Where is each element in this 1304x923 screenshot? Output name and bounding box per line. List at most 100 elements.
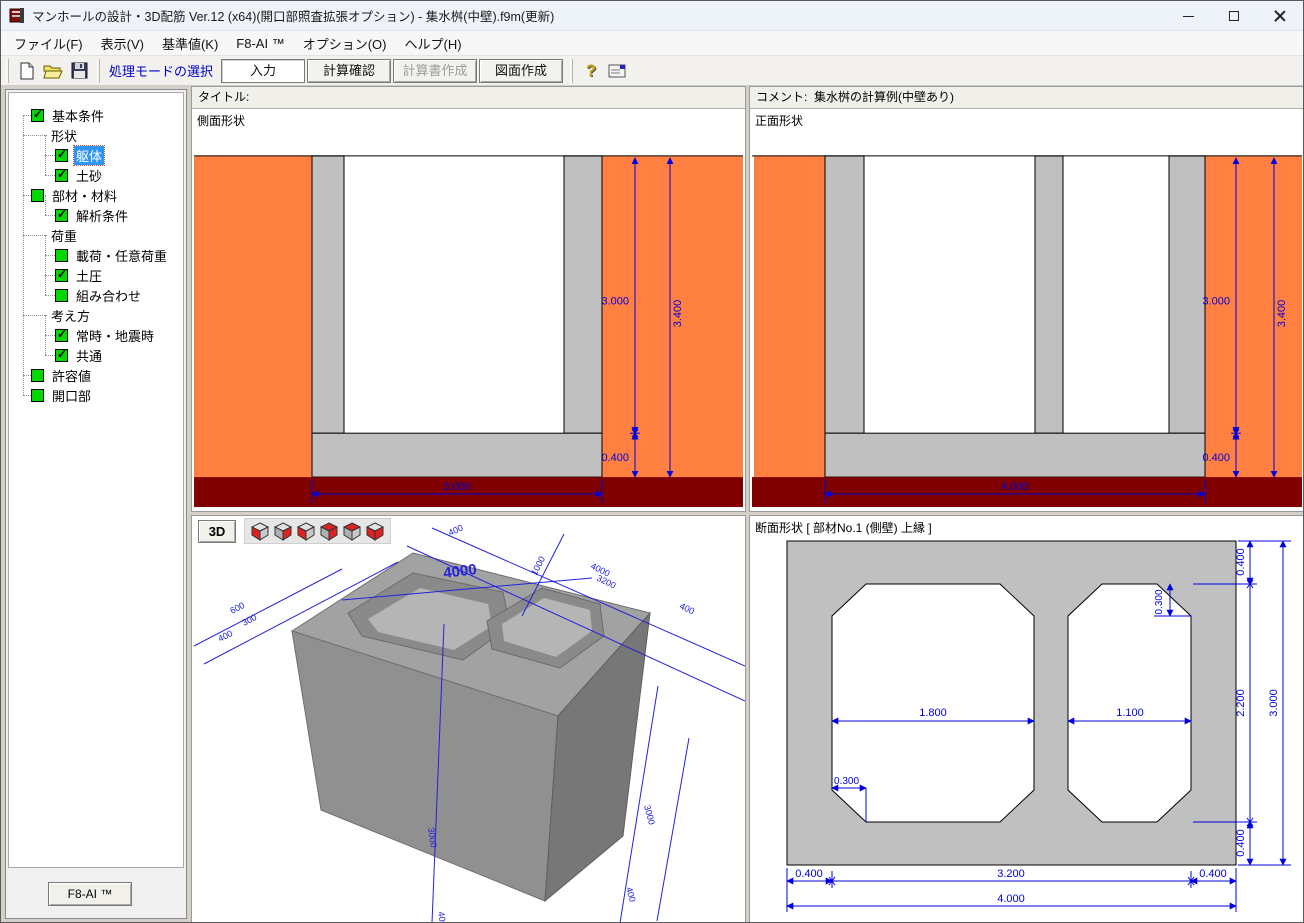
tree-item-combinations[interactable]: 組み合わせ <box>9 285 183 305</box>
tree-item-loads[interactable]: 荷重 <box>9 225 183 245</box>
menu-standard-values[interactable]: 基準値(K) <box>153 31 227 56</box>
tree-item-earth-pressure[interactable]: ✓ 土圧 <box>9 265 183 285</box>
title-bar: マンホールの設計・3D配筋 Ver.12 (x64)(開口部照査拡張オプション)… <box>1 1 1303 31</box>
input-mode-button[interactable]: 入力 <box>221 59 305 83</box>
view-panels: タイトル: 側面形状 <box>191 86 1304 923</box>
menu-options[interactable]: オプション(O) <box>294 31 396 56</box>
info-window-icon <box>608 64 626 78</box>
view3d-content: 400 4000 1000 4000 3200 400 3000 400 300… <box>192 516 745 923</box>
dim-label: 4.000 <box>997 893 1025 905</box>
tree-item-common[interactable]: ✓ 共通 <box>9 345 183 365</box>
dim-label: 1000 <box>529 555 547 577</box>
dim-label: 2.200 <box>1235 689 1247 717</box>
menu-file[interactable]: ファイル(F) <box>5 31 92 56</box>
dim-label: 3000 <box>642 804 657 826</box>
section-diagram[interactable]: 1.800 1.100 0.300 0.300 <box>750 516 1304 923</box>
menu-view[interactable]: 表示(V) <box>92 31 153 56</box>
tree-item-soil[interactable]: ✓ 土砂 <box>9 165 183 185</box>
checkbox-checked-icon[interactable]: ✓ <box>55 329 68 342</box>
toolbar: 処理モードの選択 入力 計算確認 計算書作成 図面作成 ? <box>1 56 1303 86</box>
help-button[interactable]: ? <box>579 60 603 82</box>
maximize-button[interactable] <box>1211 1 1257 31</box>
open-folder-icon <box>43 63 63 79</box>
menu-bar: ファイル(F) 表示(V) 基準値(K) F8-AI ™ オプション(O) ヘル… <box>1 31 1303 56</box>
tree-item-normal-seismic[interactable]: ✓ 常時・地震時 <box>9 325 183 345</box>
front-view-diagram[interactable]: 3.000 3.400 0.400 4.000 <box>750 109 1304 511</box>
comment-value: 集水桝の計算例(中壁あり) <box>814 90 954 104</box>
checkbox-unchecked-icon[interactable] <box>31 369 44 382</box>
f8ai-button[interactable]: F8-AI ™ <box>48 882 132 906</box>
minimize-button[interactable] <box>1165 1 1211 31</box>
view3d-diagram[interactable]: 400 4000 1000 4000 3200 400 3000 400 300… <box>192 516 745 923</box>
tree-item-analysis-conditions[interactable]: ✓ 解析条件 <box>9 205 183 225</box>
view3d-mode-button[interactable]: 3D <box>198 520 236 543</box>
checkbox-checked-icon[interactable]: ✓ <box>55 149 68 162</box>
dim-label: 3.200 <box>997 868 1025 880</box>
dim-label: 0.300 <box>834 776 859 787</box>
dim-label: 400 <box>624 886 638 903</box>
dim-label: 0.400 <box>795 868 823 880</box>
open-file-button[interactable] <box>41 60 65 82</box>
dim-label: 0.300 <box>1154 589 1165 614</box>
info-window-button[interactable] <box>605 60 629 82</box>
view-cube-bottom-icon[interactable] <box>365 521 385 541</box>
maximize-icon <box>1229 11 1239 21</box>
concrete-box-3d <box>292 553 650 901</box>
view-cube-front-icon[interactable] <box>296 521 316 541</box>
checkbox-unchecked-icon[interactable] <box>31 389 44 402</box>
checkbox-unchecked-icon[interactable] <box>55 249 68 262</box>
checkbox-checked-icon[interactable]: ✓ <box>55 349 68 362</box>
report-create-button[interactable]: 計算書作成 <box>393 59 477 83</box>
side-view-structure <box>194 156 743 507</box>
section-view-label: 断面形状 [ 部材No.1 (側壁) 上縁 ] <box>755 519 932 536</box>
dim-label: 3.000 <box>1268 689 1280 717</box>
dim-label: 0.400 <box>1235 829 1247 857</box>
view-cube-back-icon[interactable] <box>319 521 339 541</box>
close-button[interactable] <box>1257 1 1303 31</box>
checkbox-unchecked-icon[interactable] <box>55 289 68 302</box>
tree-item-surcharge-loads[interactable]: 載荷・任意荷重 <box>9 245 183 265</box>
front-view-content: 正面形状 <box>750 109 1304 511</box>
checkbox-checked-icon[interactable]: ✓ <box>55 269 68 282</box>
dim-label: 3.400 <box>672 300 684 327</box>
toolbar-separator <box>570 59 573 83</box>
comment-field[interactable]: コメント: 集水桝の計算例(中壁あり) <box>750 87 1304 109</box>
dim-label: 400 <box>447 523 465 538</box>
view-cube-right-icon[interactable] <box>273 521 293 541</box>
tree-item-basic-conditions[interactable]: ✓ 基本条件 <box>9 105 183 125</box>
tree-item-openings[interactable]: 開口部 <box>9 385 183 405</box>
section-content: 断面形状 [ 部材No.1 (側壁) 上縁 ] <box>750 516 1304 923</box>
dim-label: 3.000 <box>443 481 470 493</box>
app-window: マンホールの設計・3D配筋 Ver.12 (x64)(開口部照査拡張オプション)… <box>0 0 1304 923</box>
close-icon <box>1274 10 1286 22</box>
save-file-button[interactable] <box>67 60 91 82</box>
checkbox-checked-icon[interactable]: ✓ <box>31 109 44 122</box>
side-view-content: 側面形状 <box>192 109 745 511</box>
side-view-diagram[interactable]: 3.000 3.400 0.400 3.000 <box>192 109 745 511</box>
mode-select-label: 処理モードの選択 <box>109 61 213 80</box>
toolbar-separator <box>97 59 100 83</box>
minimize-icon <box>1183 16 1194 17</box>
tree-scroll-area[interactable]: ✓ 基本条件 形状 ✓ 躯体 ✓ 土砂 <box>8 92 184 868</box>
menu-f8ai[interactable]: F8-AI ™ <box>227 33 293 54</box>
checkbox-checked-icon[interactable]: ✓ <box>55 169 68 182</box>
title-field[interactable]: タイトル: <box>192 87 745 109</box>
toolbar-separator <box>6 59 9 83</box>
drawing-create-button[interactable]: 図面作成 <box>479 59 563 83</box>
view-cube-top-icon[interactable] <box>342 521 362 541</box>
front-view-label: 正面形状 <box>755 112 803 129</box>
title-label: タイトル: <box>198 90 249 104</box>
view-cube-left-icon[interactable] <box>250 521 270 541</box>
tree-item-shape[interactable]: 形状 <box>9 125 183 145</box>
tree-item-members-materials[interactable]: 部材・材料 <box>9 185 183 205</box>
new-file-button[interactable] <box>15 60 39 82</box>
menu-help[interactable]: ヘルプ(H) <box>395 31 470 56</box>
dim-label: 0.400 <box>1203 452 1230 464</box>
tree-item-approach[interactable]: 考え方 <box>9 305 183 325</box>
calc-check-button[interactable]: 計算確認 <box>307 59 391 83</box>
tree-item-body[interactable]: ✓ 躯体 <box>9 145 183 165</box>
checkbox-unchecked-icon[interactable] <box>31 189 44 202</box>
dim-label: 1.100 <box>1116 707 1144 719</box>
checkbox-checked-icon[interactable]: ✓ <box>55 209 68 222</box>
tree-item-allowable-values[interactable]: 許容値 <box>9 365 183 385</box>
